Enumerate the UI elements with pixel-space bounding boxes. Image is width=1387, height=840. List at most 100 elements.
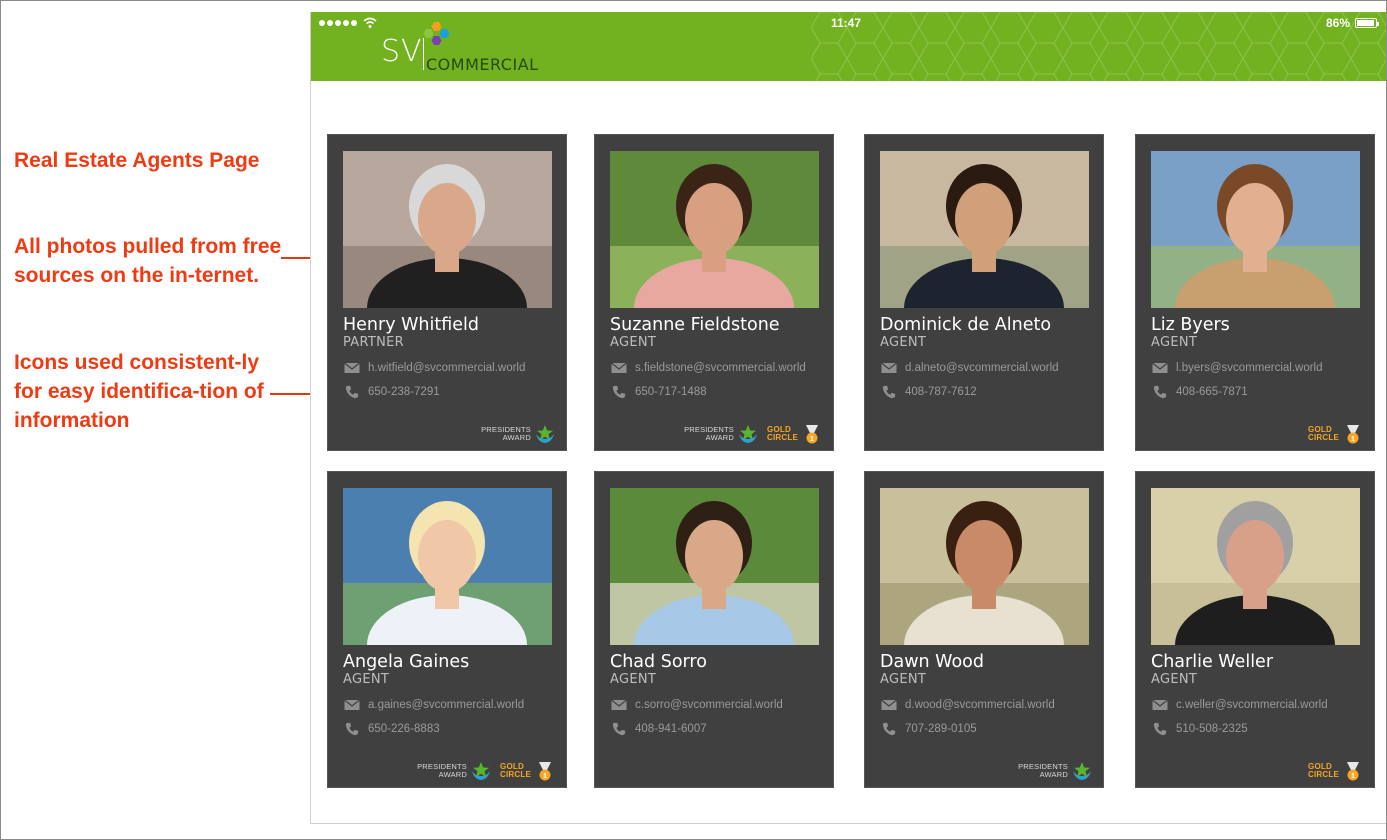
agent-photo[interactable] [880, 151, 1089, 308]
agent-card[interactable]: Dawn Wood AGENT d.wood@svcommercial.world 7… [864, 471, 1104, 788]
email-row[interactable]: c.sorro@svcommercial.world [611, 698, 783, 712]
tablet-screen: 11:47 86% SV COMMERCIAL Henry Whitfield P… [310, 12, 1387, 824]
hex-cluster-icon [423, 22, 450, 45]
envelope-icon [611, 362, 627, 373]
agent-phone[interactable]: 510-508-2325 [1176, 723, 1248, 735]
phone-icon [612, 722, 626, 736]
gold-circle-label: GOLD CIRCLE [767, 425, 798, 442]
svg-text:1: 1 [1351, 773, 1355, 780]
agent-name[interactable]: Chad Sorro [610, 652, 707, 672]
agent-card[interactable]: Suzanne Fieldstone AGENT s.fieldstone@svco… [594, 134, 834, 451]
svg-text:1: 1 [810, 436, 814, 443]
award-badges: PRESIDENTS AWARD [1018, 761, 1093, 781]
agent-card[interactable]: Angela Gaines AGENT a.gaines@svcommercial.… [327, 471, 567, 788]
annotation-page-title: Real Estate Agents Page [14, 149, 260, 172]
phone-row[interactable]: 650-238-7291 [344, 385, 440, 399]
email-row[interactable]: d.wood@svcommercial.world [881, 698, 1055, 712]
agent-name[interactable]: Charlie Weller [1151, 652, 1273, 672]
award-badges: GOLD CIRCLE 1 [1308, 424, 1364, 444]
agent-email[interactable]: d.alneto@svcommercial.world [905, 362, 1059, 374]
signal-indicator [319, 17, 377, 29]
annotation-photos-note: All photos pulled from free sources on t… [14, 235, 282, 287]
agent-photo[interactable] [610, 488, 819, 645]
presidents-award-icon [472, 762, 491, 780]
agent-role: AGENT [610, 335, 657, 350]
email-row[interactable]: c.weller@svcommercial.world [1152, 698, 1328, 712]
sv-commercial-logo[interactable]: SV COMMERCIAL [381, 20, 551, 78]
agent-phone[interactable]: 650-717-1488 [635, 386, 707, 398]
agent-card[interactable]: Liz Byers AGENT l.byers@svcommercial.world… [1135, 134, 1375, 451]
phone-row[interactable]: 408-665-7871 [1152, 385, 1248, 399]
email-row[interactable]: s.fieldstone@svcommercial.world [611, 361, 806, 375]
agent-card[interactable]: Dominick de Alneto AGENT d.alneto@svcommer… [864, 134, 1104, 451]
agent-email[interactable]: l.byers@svcommercial.world [1176, 362, 1323, 374]
envelope-icon [611, 699, 627, 710]
agent-phone[interactable]: 408-787-7612 [905, 386, 977, 398]
email-row[interactable]: l.byers@svcommercial.world [1152, 361, 1323, 375]
envelope-icon [344, 362, 360, 373]
presidents-award-label: PRESIDENTS AWARD [1018, 762, 1068, 779]
agent-photo[interactable] [1151, 488, 1360, 645]
presidents-award-icon [739, 425, 758, 443]
phone-row[interactable]: 408-787-7612 [881, 385, 977, 399]
agent-photo[interactable] [343, 151, 552, 308]
phone-row[interactable]: 510-508-2325 [1152, 722, 1248, 736]
agent-email[interactable]: h.witfield@svcommercial.world [368, 362, 525, 374]
agent-name[interactable]: Dominick de Alneto [880, 315, 1051, 335]
agent-email[interactable]: a.gaines@svcommercial.world [368, 699, 524, 711]
email-row[interactable]: a.gaines@svcommercial.world [344, 698, 524, 712]
presidents-award-badge: PRESIDENTS AWARD [481, 424, 556, 444]
phone-icon [345, 385, 359, 399]
award-badges: PRESIDENTS AWARD GOLD CIRCLE 1 [684, 424, 823, 444]
presidents-award-badge: PRESIDENTS AWARD [417, 761, 492, 781]
email-row[interactable]: d.alneto@svcommercial.world [881, 361, 1059, 375]
annotation-icons-note: Icons used consistent-ly for easy identi… [14, 351, 264, 432]
envelope-icon [1152, 699, 1168, 710]
presidents-award-label: PRESIDENTS AWARD [684, 425, 735, 442]
phone-row[interactable]: 650-717-1488 [611, 385, 707, 399]
phone-icon [1153, 385, 1167, 399]
agent-photo[interactable] [1151, 151, 1360, 308]
phone-icon [882, 722, 896, 736]
agent-card[interactable]: Charlie Weller AGENT c.weller@svcommercial… [1135, 471, 1375, 788]
envelope-icon [344, 699, 360, 710]
agent-card[interactable]: Chad Sorro AGENT c.sorro@svcommercial.worl… [594, 471, 834, 788]
gold-circle-badge: GOLD CIRCLE 1 [1308, 761, 1364, 781]
agent-name[interactable]: Suzanne Fieldstone [610, 315, 780, 335]
phone-row[interactable]: 707-289-0105 [881, 722, 977, 736]
agent-email[interactable]: d.wood@svcommercial.world [905, 699, 1055, 711]
gold-circle-icon: 1 [1347, 762, 1359, 781]
agent-name[interactable]: Angela Gaines [343, 652, 469, 672]
agent-email[interactable]: c.sorro@svcommercial.world [635, 699, 783, 711]
gold-circle-icon: 1 [806, 425, 818, 444]
agent-role: AGENT [880, 672, 927, 687]
presidents-award-label: PRESIDENTS AWARD [481, 425, 531, 442]
presidents-award-label: PRESIDENTS AWARD [417, 762, 468, 779]
phone-row[interactable]: 650-226-8883 [344, 722, 440, 736]
agent-name[interactable]: Liz Byers [1151, 315, 1230, 335]
award-badges: PRESIDENTS AWARD GOLD CIRCLE 1 [417, 761, 556, 781]
email-row[interactable]: h.witfield@svcommercial.world [344, 361, 525, 375]
agent-phone[interactable]: 408-941-6007 [635, 723, 707, 735]
battery-percent: 86% [1325, 16, 1350, 30]
agent-phone[interactable]: 650-238-7291 [368, 386, 440, 398]
phone-row[interactable]: 408-941-6007 [611, 722, 707, 736]
agent-email[interactable]: c.weller@svcommercial.world [1176, 699, 1328, 711]
agent-role: AGENT [343, 672, 390, 687]
gold-circle-badge: GOLD CIRCLE 1 [767, 424, 823, 444]
envelope-icon [1152, 362, 1168, 373]
agent-card[interactable]: Henry Whitfield PARTNER h.witfield@svcomme… [327, 134, 567, 451]
agent-photo[interactable] [880, 488, 1089, 645]
agent-phone[interactable]: 650-226-8883 [368, 723, 440, 735]
presidents-award-badge: PRESIDENTS AWARD [1018, 761, 1093, 781]
agent-name[interactable]: Dawn Wood [880, 652, 984, 672]
agent-photo[interactable] [343, 488, 552, 645]
status-time: 11:47 [831, 16, 862, 30]
gold-circle-label: GOLD CIRCLE [1308, 425, 1339, 442]
agent-email[interactable]: s.fieldstone@svcommercial.world [635, 362, 806, 374]
agent-name[interactable]: Henry Whitfield [343, 315, 479, 335]
award-badges: PRESIDENTS AWARD [481, 424, 556, 444]
agent-phone[interactable]: 707-289-0105 [905, 723, 977, 735]
agent-phone[interactable]: 408-665-7871 [1176, 386, 1248, 398]
agent-photo[interactable] [610, 151, 819, 308]
